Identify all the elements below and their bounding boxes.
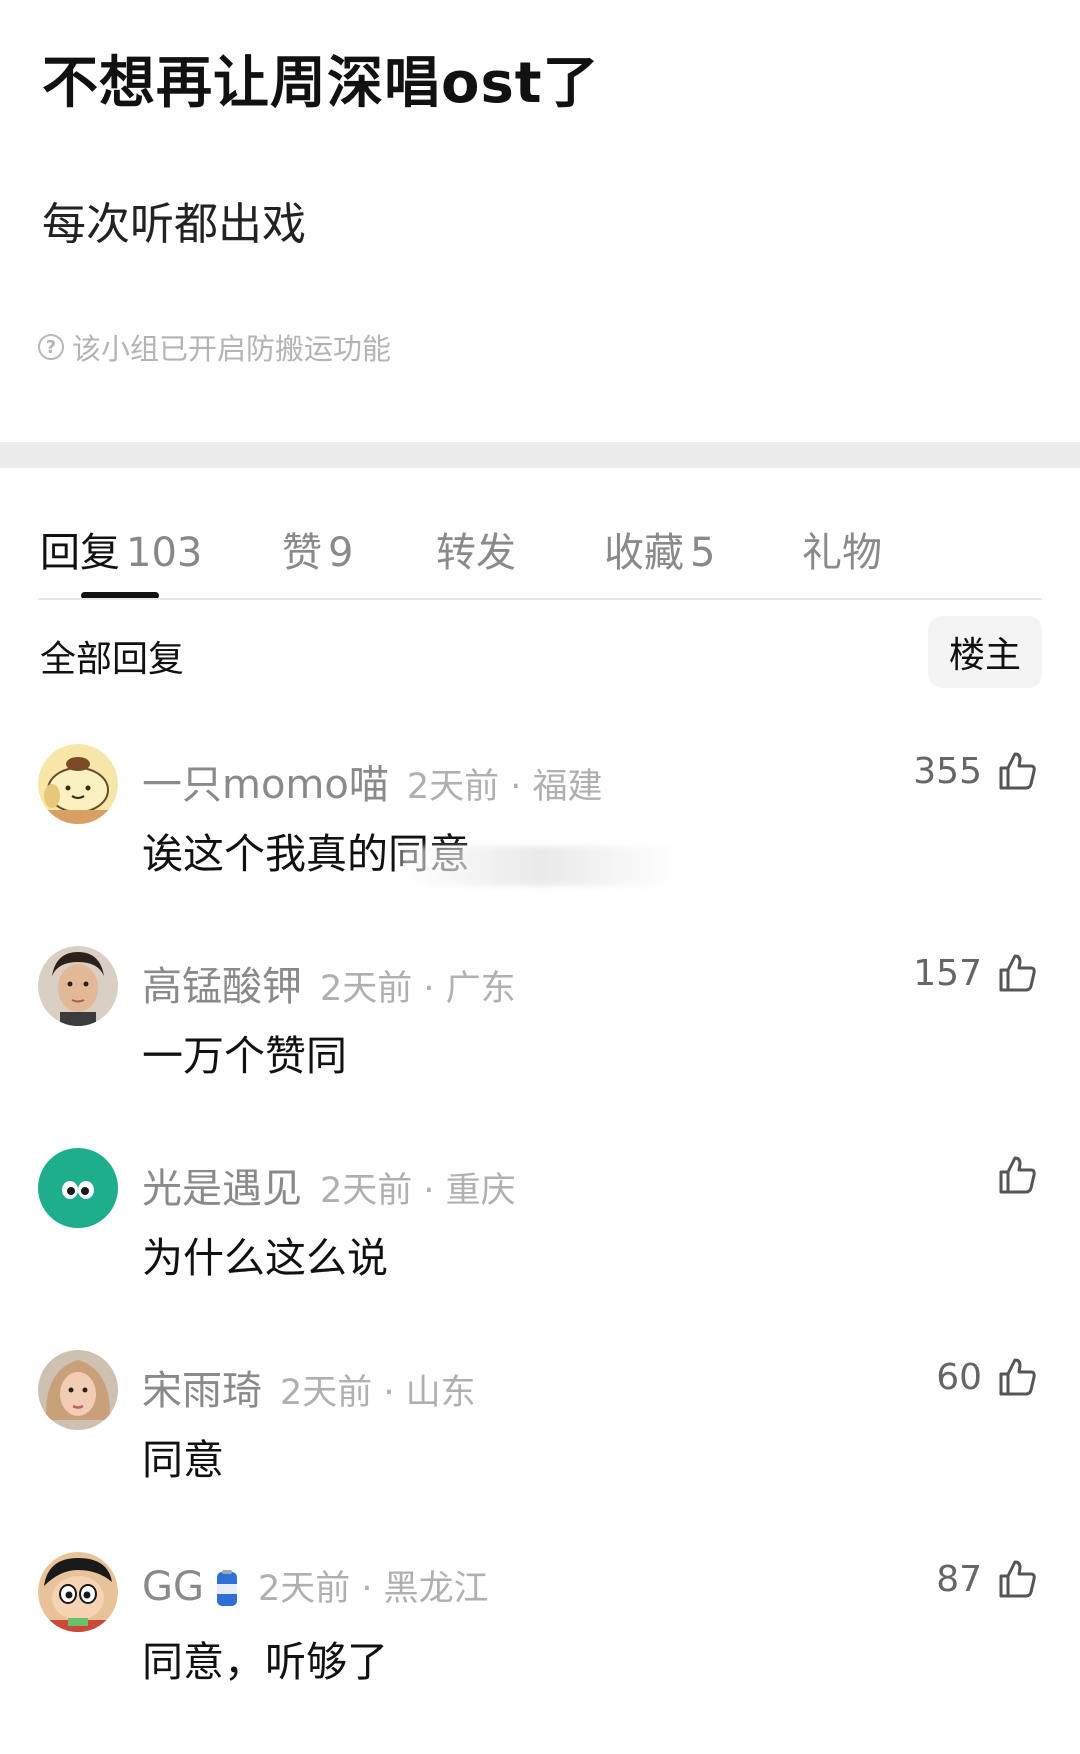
tab-count: 103 bbox=[126, 530, 203, 576]
comment-text: 为什么这么说 bbox=[142, 1234, 388, 1282]
like-count: 60 bbox=[936, 1356, 982, 1398]
like-button[interactable]: 157 bbox=[913, 952, 1038, 994]
pudding-dog-avatar-icon[interactable] bbox=[38, 744, 118, 824]
question-circle-icon: ? bbox=[38, 334, 64, 360]
tab-label: 赞 bbox=[282, 530, 322, 576]
like-button[interactable] bbox=[982, 1154, 1038, 1196]
comment-meta: 2天前 · 黑龙江 bbox=[258, 1569, 489, 1609]
thumbs-up-icon bbox=[999, 1358, 1036, 1396]
like-button[interactable]: 355 bbox=[913, 750, 1038, 792]
portrait-avatar-icon[interactable] bbox=[38, 1350, 118, 1430]
tab-bar: 回复 103 赞9 转发 收藏 5 礼物 bbox=[0, 468, 1080, 600]
tab-label: 收藏 bbox=[604, 530, 684, 576]
username: 光是遇见 bbox=[142, 1166, 302, 1212]
op-only-button[interactable]: 楼主 bbox=[928, 616, 1042, 688]
notice-text: 该小组已开启防搬运功能 bbox=[72, 332, 392, 366]
tab-count: 5 bbox=[690, 530, 716, 576]
comment-author[interactable]: 宋雨琦 2天前 · 山东 bbox=[142, 1358, 476, 1416]
username: 高锰酸钾 bbox=[142, 964, 302, 1010]
like-button[interactable]: 60 bbox=[936, 1356, 1038, 1398]
like-count: 355 bbox=[913, 750, 982, 792]
tab-reposts[interactable]: 转发 bbox=[436, 520, 516, 578]
comment-item: 高锰酸钾 2天前 · 广东 一万个赞同 157 bbox=[0, 946, 1080, 1148]
comment-meta: 2天前 · 山东 bbox=[280, 1373, 476, 1413]
comment-meta: 2天前 · 重庆 bbox=[320, 1171, 516, 1211]
blurred-overlay bbox=[400, 846, 680, 886]
tab-replies[interactable]: 回复 103 bbox=[40, 520, 202, 578]
anti-repost-notice[interactable]: ? 该小组已开启防搬运功能 bbox=[38, 326, 391, 368]
can-badge-icon bbox=[217, 1570, 237, 1606]
tab-favorites[interactable]: 收藏 5 bbox=[604, 520, 715, 578]
tab-count: 9 bbox=[328, 530, 354, 576]
thumbs-up-icon bbox=[999, 1560, 1036, 1598]
tab-label: 礼物 bbox=[802, 530, 882, 576]
username: 一只momo喵 bbox=[142, 762, 389, 808]
comment-meta: 2天前 · 广东 bbox=[320, 969, 516, 1009]
comment-meta: 2天前 · 福建 bbox=[406, 767, 603, 807]
green-eyes-avatar-icon[interactable] bbox=[38, 1148, 118, 1228]
comment-author[interactable]: 光是遇见 2天前 · 重庆 bbox=[142, 1156, 516, 1214]
comment-text: 同意 bbox=[142, 1436, 224, 1484]
post-header: 不想再让周深唱ost了 每次听都出戏 ? 该小组已开启防搬运功能 bbox=[0, 0, 1080, 442]
tab-likes[interactable]: 赞9 bbox=[282, 520, 353, 578]
thumbs-up-icon bbox=[999, 954, 1036, 992]
thumbs-up-icon bbox=[999, 752, 1036, 790]
portrait-avatar-icon[interactable] bbox=[38, 946, 118, 1026]
thumbs-up-icon bbox=[999, 1156, 1036, 1194]
comment-author[interactable]: 高锰酸钾 2天前 · 广东 bbox=[142, 954, 516, 1012]
cartoon-boy-avatar-icon[interactable] bbox=[38, 1552, 118, 1632]
comment-text: 同意，听够了 bbox=[142, 1638, 388, 1686]
post-body: 每次听都出戏 bbox=[42, 199, 306, 250]
comment-item: 宋雨琦 2天前 · 山东 同意 60 bbox=[0, 1350, 1080, 1552]
comment-item: 一只momo喵 2天前 · 福建 诶这个我真的同意 355 bbox=[0, 744, 1080, 946]
comment-author[interactable]: 一只momo喵 2天前 · 福建 bbox=[142, 752, 603, 810]
all-replies-label: 全部回复 bbox=[40, 639, 185, 680]
comment-text: 一万个赞同 bbox=[142, 1032, 347, 1080]
post-title: 不想再让周深唱ost了 bbox=[42, 51, 600, 116]
username: 宋雨琦 bbox=[142, 1368, 262, 1414]
username: GG bbox=[142, 1564, 204, 1610]
like-count: 157 bbox=[913, 952, 982, 994]
like-button[interactable]: 87 bbox=[936, 1558, 1038, 1600]
tab-gifts[interactable]: 礼物 bbox=[802, 520, 882, 578]
tab-label: 转发 bbox=[436, 530, 516, 576]
comment-item: 光是遇见 2天前 · 重庆 为什么这么说 bbox=[0, 1148, 1080, 1350]
comment-author[interactable]: GG 2天前 · 黑龙江 bbox=[142, 1560, 489, 1611]
tab-label: 回复 bbox=[40, 530, 120, 576]
comment-item: GG 2天前 · 黑龙江 同意，听够了 87 bbox=[0, 1552, 1080, 1754]
like-count: 87 bbox=[936, 1558, 982, 1600]
tabs-divider bbox=[38, 598, 1042, 600]
section-divider bbox=[0, 442, 1080, 468]
